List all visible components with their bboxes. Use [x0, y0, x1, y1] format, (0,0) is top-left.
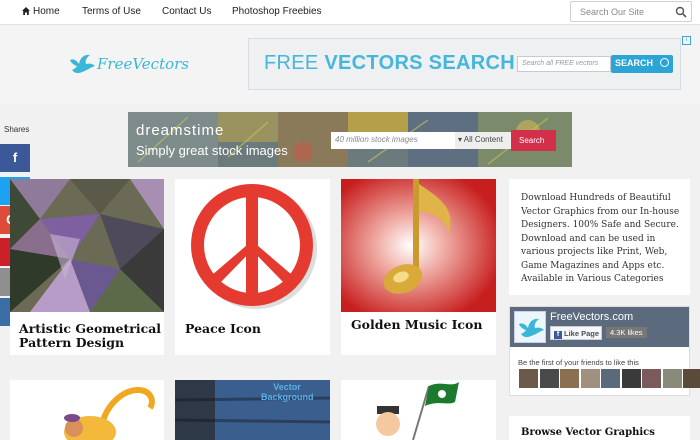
search-icon[interactable]: [675, 6, 687, 18]
facebook-cover[interactable]: FreeVectors.com f Like Page 4.3K likes: [510, 307, 689, 347]
ad-search-input[interactable]: Search all FREE vectors: [517, 56, 611, 72]
dreamstime-tagline: Simply great stock images: [136, 143, 288, 158]
bird-logo-icon[interactable]: [68, 52, 96, 76]
ad-title: FREE VECTORS SEARCH: [264, 52, 515, 75]
dreamstime-select-label: All Content: [463, 135, 503, 144]
friend-avatar[interactable]: [642, 369, 661, 388]
friend-avatar[interactable]: [519, 369, 538, 388]
card-bottom-vector-background[interactable]: Vector Background: [175, 380, 330, 440]
geometric-pattern-image[interactable]: [10, 179, 164, 312]
nav-contact-link[interactable]: Contact Us: [162, 6, 211, 17]
site-search-input[interactable]: Search Our Site: [570, 1, 692, 22]
ad-title-light: FREE: [264, 52, 325, 74]
bird-logo-icon: [519, 318, 544, 338]
dreamstime-content-select[interactable]: ▾ All Content: [455, 132, 511, 149]
dreamstime-brand: dreamstime: [136, 122, 225, 139]
golden-music-note-image[interactable]: [341, 179, 496, 312]
card-title[interactable]: Artistic Geometrical Pattern Design: [19, 322, 164, 350]
friend-avatar[interactable]: [683, 369, 700, 388]
monkey-illustration-image[interactable]: [10, 380, 164, 440]
adchoices-icon[interactable]: i: [682, 36, 691, 45]
dreamstime-search-input[interactable]: 40 million stock images: [331, 132, 455, 149]
friend-avatar[interactable]: [539, 369, 559, 388]
flag-character-image[interactable]: [341, 380, 496, 440]
site-logo-text[interactable]: FreeVectors: [97, 55, 189, 73]
friend-avatar[interactable]: [580, 369, 600, 388]
facebook-icon: f: [554, 331, 562, 339]
top-navigation: Home Terms of Use Contact Us Photoshop F…: [0, 0, 700, 25]
search-icon: [659, 58, 669, 67]
card-artistic-geometrical[interactable]: Artistic Geometrical Pattern Design: [10, 179, 164, 355]
card-golden-music-icon[interactable]: Golden Music Icon: [341, 179, 496, 355]
shares-label: Shares: [4, 125, 30, 134]
facebook-page-name[interactable]: FreeVectors.com: [550, 311, 633, 323]
facebook-icon[interactable]: f: [0, 144, 30, 172]
friend-avatar[interactable]: [662, 369, 682, 388]
facebook-like-button[interactable]: f Like Page: [550, 326, 602, 340]
friend-avatar[interactable]: [601, 369, 620, 388]
card-bottom-monkey[interactable]: [10, 380, 164, 440]
friend-avatar[interactable]: [560, 369, 579, 388]
ad-search-button-label: SEARCH: [615, 58, 654, 68]
nav-terms-link[interactable]: Terms of Use: [82, 6, 141, 17]
site-search-placeholder: Search Our Site: [580, 7, 645, 17]
card-peace-icon[interactable]: Peace Icon: [175, 179, 330, 355]
nav-freebies-link[interactable]: Photoshop Freebies: [232, 6, 322, 17]
card-title[interactable]: Golden Music Icon: [351, 318, 482, 332]
card-bottom-flag-character[interactable]: [341, 380, 496, 440]
facebook-friends-text: Be the first of your friends to like thi…: [518, 358, 639, 367]
home-icon: [22, 7, 30, 15]
facebook-like-label: Like Page: [564, 329, 600, 338]
ad-search-button[interactable]: SEARCH: [611, 55, 673, 73]
card-title[interactable]: Peace Icon: [185, 322, 261, 336]
facebook-page-widget: FreeVectors.com f Like Page 4.3K likes Be…: [509, 306, 700, 396]
peace-symbol-image[interactable]: [175, 179, 330, 312]
dreamstime-search-button[interactable]: Search: [511, 130, 556, 151]
facebook-page-thumbnail[interactable]: [514, 311, 546, 343]
site-description: Download Hundreds of Beautiful Vector Gr…: [521, 193, 680, 284]
vector-background-label: Vector Background: [261, 382, 314, 402]
browse-vector-graphics-box: Browse Vector Graphics: [509, 416, 690, 440]
friend-avatar[interactable]: [621, 369, 641, 388]
free-vectors-search-ad[interactable]: FREE VECTORS SEARCH Search all FREE vect…: [248, 38, 681, 90]
nav-home-link[interactable]: Home: [33, 6, 60, 17]
browse-title: Browse Vector Graphics: [521, 427, 655, 438]
ad-title-bold: VECTORS SEARCH: [324, 52, 515, 74]
dreamstime-ad[interactable]: dreamstime Simply great stock images 40 …: [128, 112, 572, 167]
facebook-likes-count: 4.3K likes: [606, 327, 647, 338]
